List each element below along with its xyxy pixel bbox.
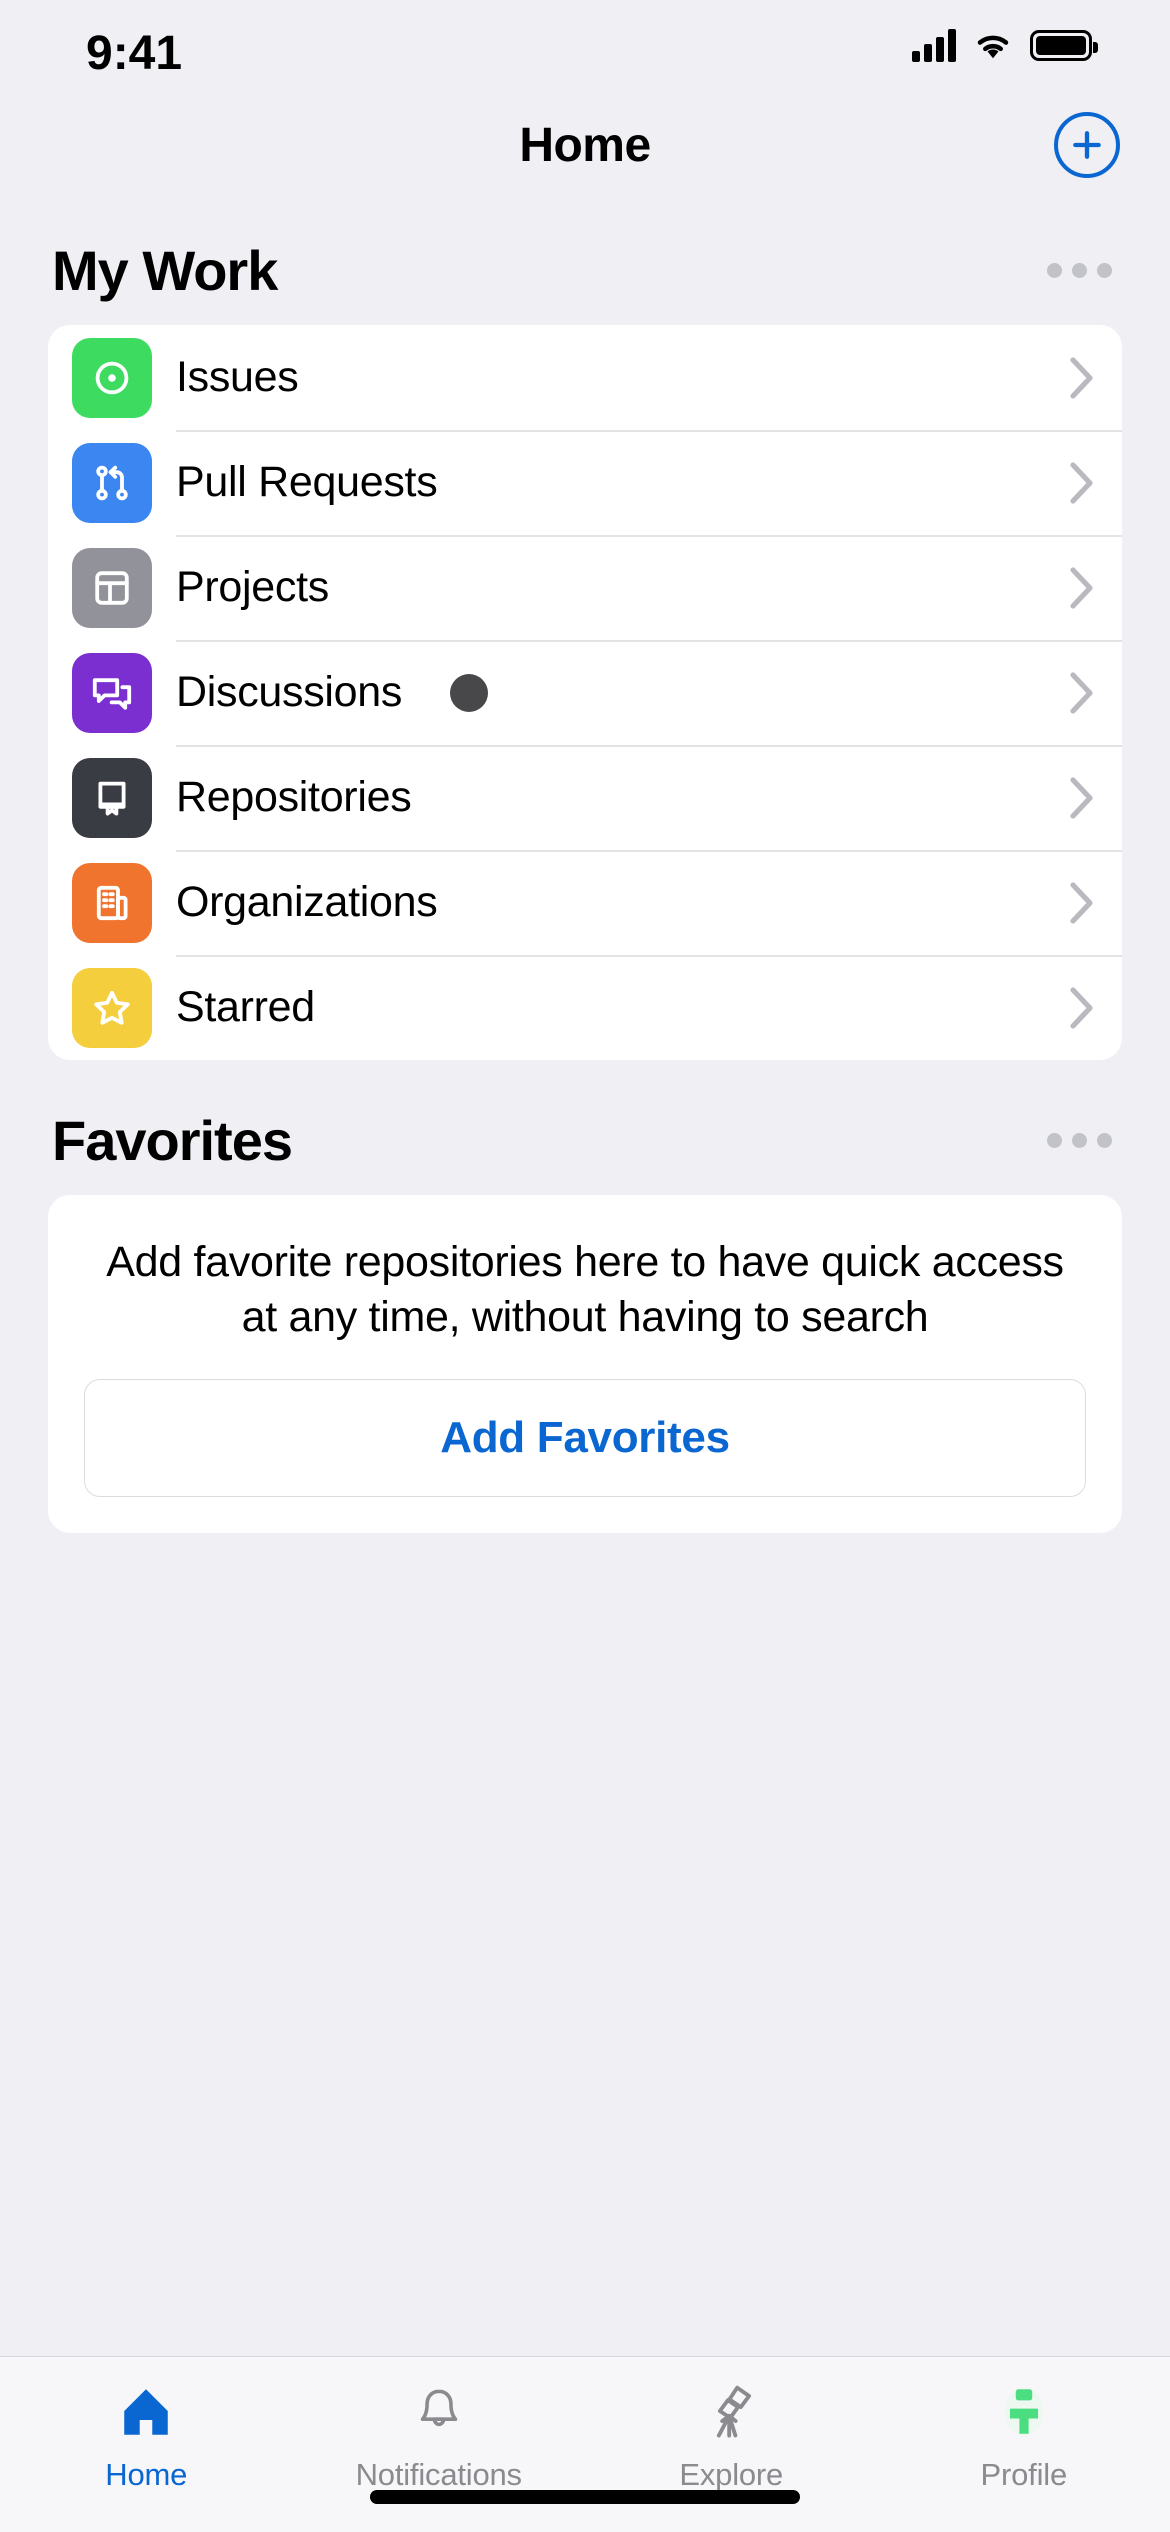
chevron-right-icon [1070, 881, 1094, 924]
bell-icon-wrap [412, 2379, 466, 2445]
issue-opened-icon-tile [72, 337, 152, 418]
add-favorites-label: Add Favorites [440, 1413, 730, 1463]
git-pull-request-icon-tile [72, 442, 152, 523]
favorites-empty-text: Add favorite repositories here to have q… [106, 1238, 1064, 1342]
scroll-content: My Work Issues Pull Requests Projects Discu… [0, 190, 1170, 2356]
my-work-list: Issues Pull Requests Projects Discussions Re… [48, 325, 1122, 1060]
ellipsis-icon [1047, 263, 1062, 278]
issue-opened-icon [95, 361, 129, 394]
my-work-row-organizations[interactable]: Organizations [48, 850, 1122, 955]
ellipsis-icon [1047, 1133, 1062, 1148]
status-bar-indicators [912, 28, 1098, 62]
plus-circle-icon [1073, 131, 1101, 159]
row-label: Discussions [176, 668, 403, 716]
navigation-bar: Home [0, 100, 1170, 190]
row-label: Pull Requests [176, 458, 438, 506]
status-bar-time: 9:41 [86, 27, 183, 80]
tab-notifications[interactable]: Notifications [293, 2379, 586, 2493]
home-indicator [370, 2490, 800, 2504]
tab-label: Home [105, 2457, 188, 2492]
my-work-row-starred[interactable]: Starred [48, 955, 1122, 1060]
tab-label: Profile [980, 2457, 1068, 2492]
row-label: Starred [176, 983, 315, 1031]
row-label: Projects [176, 563, 329, 611]
project-board-icon [95, 570, 129, 605]
row-label: Organizations [176, 878, 438, 926]
add-favorites-button[interactable]: Add Favorites [84, 1379, 1086, 1498]
home-icon [124, 2389, 168, 2435]
app-screen: 9:41 Home My Work Issues Pull Requests P… [0, 0, 1170, 2532]
my-work-more-button[interactable] [1041, 249, 1118, 292]
favorites-more-button[interactable] [1041, 1119, 1118, 1162]
my-work-row-issues[interactable]: Issues [48, 325, 1122, 430]
repo-icon-tile [72, 757, 152, 838]
organization-icon-tile [72, 862, 152, 943]
tab-bar: Home Notifications Explore Profile [0, 2356, 1170, 2532]
organization-icon [96, 885, 128, 920]
tab-explore[interactable]: Explore [585, 2379, 878, 2493]
my-work-title: My Work [52, 239, 278, 302]
tab-profile[interactable]: Profile [878, 2379, 1170, 2493]
tab-home[interactable]: Home [0, 2379, 293, 2493]
project-board-icon-tile [72, 547, 152, 628]
status-bar: 9:41 [0, 0, 1170, 100]
chevron-right-icon [1070, 461, 1094, 504]
add-button[interactable] [1054, 112, 1120, 178]
row-label: Repositories [176, 773, 412, 821]
my-work-row-discussions[interactable]: Discussions [48, 640, 1122, 745]
comment-discussion-icon-tile [72, 652, 152, 733]
row-label: Issues [176, 353, 299, 401]
star-icon-tile [72, 967, 152, 1048]
unread-badge-dot [450, 673, 489, 712]
chevron-right-icon [1070, 671, 1094, 714]
avatar-icon [1004, 2388, 1044, 2436]
battery-full-icon [1030, 29, 1098, 61]
chevron-right-icon [1070, 986, 1094, 1029]
tab-label: Notifications [355, 2457, 522, 2492]
telescope-icon-wrap [700, 2379, 762, 2445]
git-pull-request-icon [96, 465, 128, 500]
favorites-title: Favorites [52, 1109, 293, 1172]
avatar-icon-wrap [995, 2379, 1053, 2445]
cellular-bars-icon [912, 28, 956, 62]
page-title: Home [519, 118, 651, 172]
wifi-icon [977, 35, 1009, 59]
my-work-row-repositories[interactable]: Repositories [48, 745, 1122, 850]
chevron-right-icon [1070, 776, 1094, 819]
my-work-header: My Work [0, 190, 1170, 325]
my-work-row-projects[interactable]: Projects [48, 535, 1122, 640]
chevron-right-icon [1070, 566, 1094, 609]
favorites-empty-card: Add favorite repositories here to have q… [48, 1195, 1122, 1534]
comment-discussion-icon [92, 677, 132, 710]
star-icon [94, 990, 130, 1025]
tab-label: Explore [679, 2457, 784, 2492]
my-work-row-pull-requests[interactable]: Pull Requests [48, 430, 1122, 535]
favorites-header: Favorites [0, 1060, 1170, 1195]
repo-icon [98, 781, 126, 815]
telescope-icon [717, 2385, 752, 2438]
home-icon-wrap [116, 2379, 176, 2445]
bell-icon [420, 2389, 457, 2427]
chevron-right-icon [1070, 356, 1094, 399]
